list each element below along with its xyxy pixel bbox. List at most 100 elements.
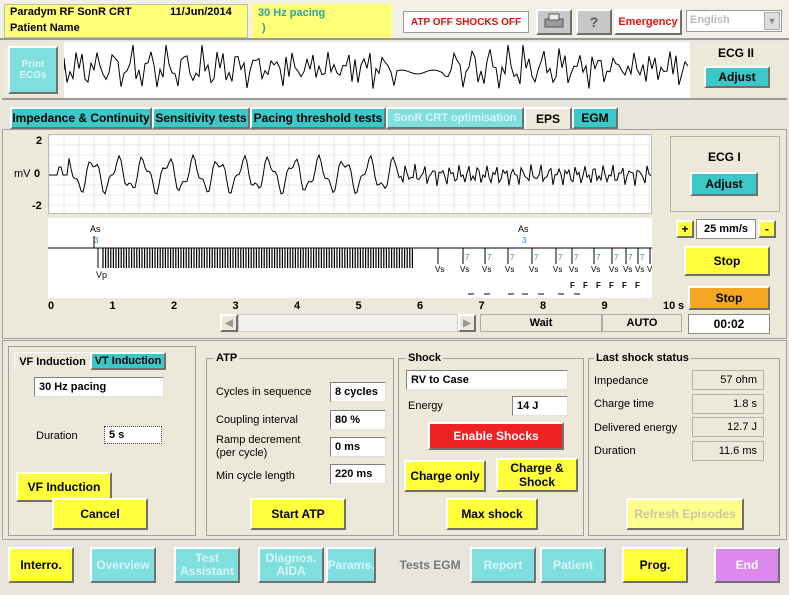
marker-as-2: As	[518, 224, 529, 234]
time-tick-0: 0	[48, 300, 55, 312]
tab-pacing-threshold[interactable]: Pacing threshold tests	[250, 107, 386, 129]
atp-ramp-field[interactable]: 0 ms	[330, 437, 386, 457]
ecg-ii-title: ECG II	[718, 46, 755, 60]
ecg-ii-trace	[63, 42, 690, 98]
cancel-button[interactable]: Cancel	[52, 498, 148, 530]
svg-text:F: F	[583, 281, 588, 290]
print-ecgs-button[interactable]: Print ECGs	[8, 46, 58, 94]
ecg-i-adjust-button[interactable]: Adjust	[690, 172, 758, 196]
shock-vector-field[interactable]: RV to Case	[406, 370, 568, 390]
start-atp-button[interactable]: Start ATP	[250, 498, 346, 530]
svg-text:Vs: Vs	[591, 265, 600, 274]
tab-vf-induction[interactable]: VF Induction	[14, 352, 90, 370]
atp-legend: ATP	[214, 352, 240, 364]
nav-test-assistant[interactable]: Test Assistant	[174, 547, 240, 583]
energy-label: Energy	[408, 400, 443, 412]
speed-minus-button[interactable]: -	[758, 220, 776, 238]
duration-field[interactable]: 5 s	[104, 426, 162, 444]
time-tick-8: 8	[540, 300, 547, 312]
ecg-ii-adjust-button[interactable]: Adjust	[704, 66, 770, 88]
patient-name: Patient Name	[10, 22, 80, 34]
help-icon: ?	[589, 14, 599, 30]
timer: 00:02	[688, 314, 770, 334]
enable-shocks-button[interactable]: Enable Shocks	[428, 422, 564, 450]
atp-coupling-field[interactable]: 80 %	[330, 410, 386, 430]
device-name: Paradym RF SonR CRT	[10, 6, 132, 18]
status-wait: Wait	[480, 314, 602, 332]
svg-text:7: 7	[487, 253, 492, 262]
svg-text:Vs: Vs	[635, 265, 644, 274]
time-tick-4: 4	[294, 300, 301, 312]
ecg-i-chart	[48, 134, 653, 216]
shock-legend: Shock	[406, 352, 444, 364]
scroll-track[interactable]	[238, 314, 458, 332]
tab-sonr-optimisation[interactable]: SonR CRT optimisation	[386, 107, 524, 129]
print-button[interactable]	[536, 9, 572, 35]
impedance-label: Impedance	[594, 375, 649, 387]
printer-icon	[543, 13, 565, 32]
marker-vp: Vp	[96, 270, 107, 280]
language-select[interactable]: English ▼	[686, 10, 782, 32]
scroll-left-button[interactable]: ◀	[220, 314, 238, 332]
tab-impedance[interactable]: Impedance & Continuity	[10, 107, 152, 129]
chevron-down-icon[interactable]: ▼	[764, 12, 780, 30]
print-ecgs-label: Print ECGs	[19, 59, 47, 81]
y-label-unit: mV	[14, 168, 31, 180]
charge-and-shock-button[interactable]: Charge & Shock	[496, 458, 578, 492]
atp-status-badge: ATP OFF SHOCKS OFF	[403, 11, 529, 33]
ecg-i-title: ECG I	[708, 150, 741, 164]
y-label-bot: -2	[32, 200, 42, 212]
nav-interro[interactable]: Interro.	[8, 547, 74, 583]
svg-text:7: 7	[510, 253, 515, 262]
svg-text:7: 7	[558, 253, 563, 262]
time-tick-7: 7	[478, 300, 485, 312]
svg-text:Vs: Vs	[609, 265, 618, 274]
help-button[interactable]: ?	[576, 9, 612, 35]
nav-params[interactable]: Params.	[326, 547, 376, 583]
duration-status-value: 11.6 ms	[692, 441, 764, 461]
max-shock-button[interactable]: Max shock	[446, 498, 538, 530]
speed-plus-button[interactable]: +	[676, 220, 694, 238]
duration-label: Duration	[36, 430, 78, 442]
induction-mode-field[interactable]: 30 Hz pacing	[34, 377, 164, 397]
speed-value: 25 mm/s	[696, 219, 756, 239]
atp-cycles-field[interactable]: 8 cycles	[330, 382, 386, 402]
scroll-right-button[interactable]: ▶	[458, 314, 476, 332]
stop-button-2[interactable]: Stop	[688, 286, 770, 310]
atp-min-cycle-field[interactable]: 220 ms	[330, 464, 386, 484]
nav-end[interactable]: End	[714, 547, 780, 583]
svg-text:Vs: Vs	[529, 265, 538, 274]
svg-text:7: 7	[534, 253, 539, 262]
time-tick-9: 9	[601, 300, 608, 312]
stop-button-1[interactable]: Stop	[684, 246, 770, 276]
energy-field[interactable]: 14 J	[512, 396, 568, 416]
charge-time-value: 1.8 s	[692, 394, 764, 414]
svg-text:Vs: Vs	[647, 265, 652, 274]
nav-patient[interactable]: Patient	[540, 547, 606, 583]
time-tick-10: 10	[663, 300, 676, 312]
tab-vt-induction[interactable]: VT Induction	[90, 352, 166, 370]
time-tick-3: 3	[232, 300, 239, 312]
delivered-energy-label: Delivered energy	[594, 422, 678, 434]
mode-subtext: )	[262, 22, 266, 34]
time-tick-5: 5	[355, 300, 362, 312]
date: 11/Jun/2014	[170, 6, 232, 18]
svg-text:Vs: Vs	[553, 265, 562, 274]
emergency-button[interactable]: Emergency	[614, 9, 682, 35]
nav-overview[interactable]: Overview	[90, 547, 156, 583]
ecg-i-grid	[48, 134, 653, 216]
tab-eps[interactable]: EPS	[524, 107, 572, 129]
last-shock-legend: Last shock status	[594, 352, 691, 364]
nav-diagnos-aida[interactable]: Diagnos. AIDA	[258, 547, 324, 583]
y-label-top: 2	[36, 135, 43, 147]
svg-text:Vs: Vs	[623, 265, 632, 274]
refresh-episodes-button[interactable]: Refresh Episodes	[626, 498, 744, 530]
nav-tests-egm[interactable]: Tests EGM	[398, 547, 462, 583]
nav-report[interactable]: Report	[470, 547, 536, 583]
delivered-energy-value: 12.7 J	[692, 417, 764, 437]
tab-sensitivity[interactable]: Sensitivity tests	[152, 107, 250, 129]
nav-prog[interactable]: Prog.	[622, 547, 688, 583]
marker-vs-group: VsVs7Vs7Vs7Vs7Vs7Vs7Vs7Vs7Vs7Vs7Vs7	[435, 248, 657, 274]
charge-only-button[interactable]: Charge only	[404, 460, 486, 492]
tab-egm[interactable]: EGM	[572, 107, 618, 129]
